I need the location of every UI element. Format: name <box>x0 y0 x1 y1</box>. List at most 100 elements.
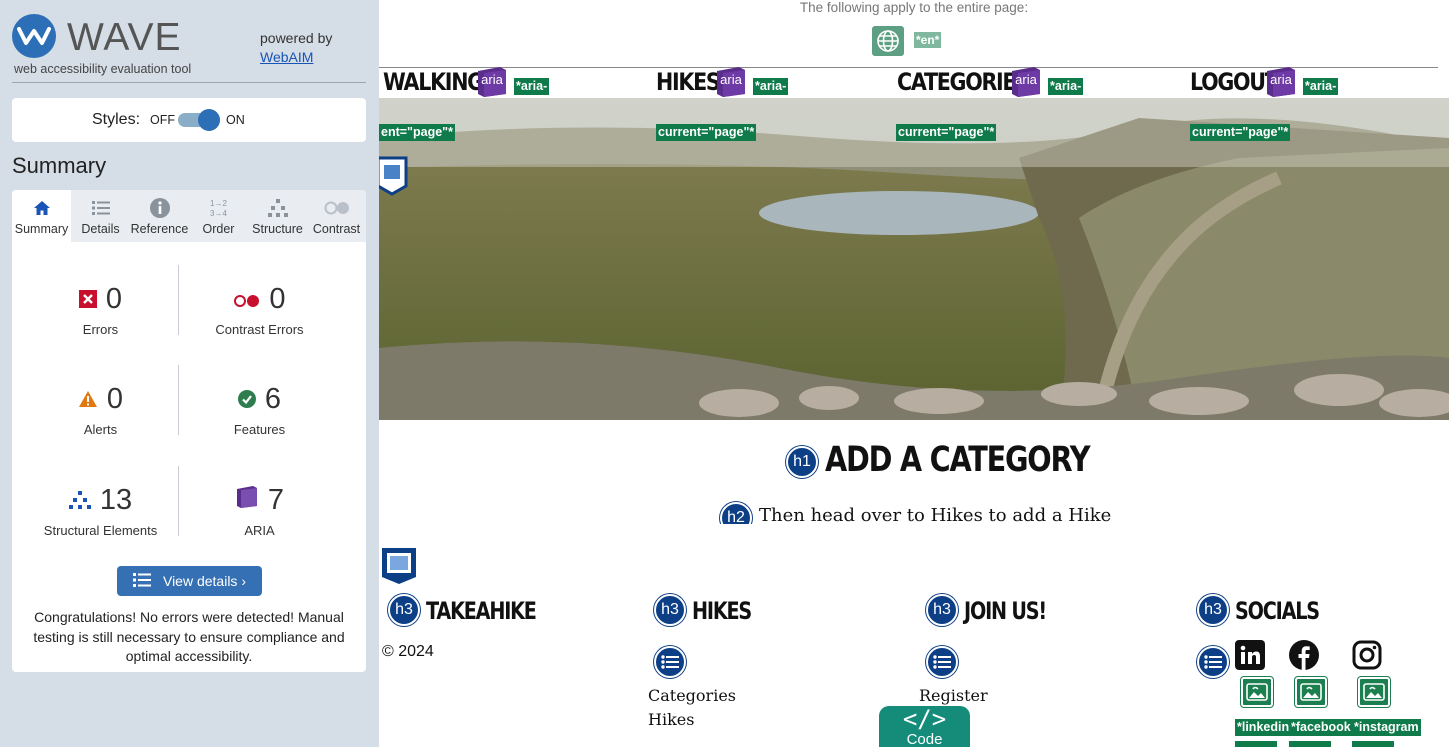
page-wide-note: The following apply to the entire page: <box>799 0 1029 15</box>
list-icon[interactable] <box>1197 646 1229 678</box>
styles-toggle-box: Styles: OFF ON <box>12 98 366 142</box>
hero-image <box>379 98 1449 420</box>
powered-by: powered by WebAIM <box>260 29 332 67</box>
aria-tag[interactable]: *aria- <box>514 78 550 95</box>
contrast-error-icon <box>233 283 260 316</box>
heading-h1-icon[interactable]: h1 <box>786 446 818 478</box>
aria-current-tag[interactable]: current="page"* <box>1190 124 1291 141</box>
heading-h3-icon[interactable]: h3 <box>388 594 420 626</box>
footer-link-categories[interactable]: Categories <box>648 686 736 705</box>
styles-on-label: ON <box>226 113 245 127</box>
tab-summary[interactable]: Summary <box>12 190 71 242</box>
aria-tag[interactable]: *aria- <box>753 78 789 95</box>
linkedin-tag[interactable]: *linkedin <box>1235 719 1292 736</box>
aria-badge-label: aria <box>1015 72 1037 87</box>
alerts-count: 0 <box>106 383 124 415</box>
contrast-errors-label: Contrast Errors <box>215 322 304 337</box>
tab-structure[interactable]: Structure <box>248 190 307 242</box>
nav-hikes[interactable]: HIKES <box>656 68 721 96</box>
footer-hikes-heading: HIKES <box>692 597 752 625</box>
heading-h3-icon[interactable]: h3 <box>926 594 958 626</box>
alerts-label: Alerts <box>83 422 118 437</box>
order-icon: 1→2 3→4 <box>208 197 230 219</box>
tab-summary-label: Summary <box>14 222 69 236</box>
code-button[interactable]: </> Code <box>879 706 970 747</box>
facebook-icon[interactable] <box>1289 640 1319 670</box>
heading-h3-icon[interactable]: h3 <box>1197 594 1229 626</box>
tab-order[interactable]: 1→2 3→4 Order <box>189 190 248 242</box>
facebook-tag[interactable]: *facebook <box>1289 719 1353 736</box>
landmark-header-icon[interactable] <box>379 156 408 196</box>
instagram-icon[interactable] <box>1352 640 1382 670</box>
tab-order-label: Order <box>202 222 235 236</box>
aria-label: ARIA <box>244 523 275 538</box>
code-icon: </> <box>902 705 947 733</box>
contrast-errors-count: 0 <box>269 283 286 315</box>
heading-h3-icon[interactable]: h3 <box>654 594 686 626</box>
link-image-icon[interactable] <box>1241 677 1273 707</box>
page-subheading: Then head over to Hikes to add a Hike <box>759 505 1112 526</box>
tab-contrast[interactable]: Contrast <box>307 190 366 242</box>
errors-count: 0 <box>105 283 123 315</box>
structure-icon <box>267 197 289 219</box>
tag-fragment <box>1352 741 1394 747</box>
aria-badge-label: aria <box>1270 72 1292 87</box>
stat-aria: 7 ARIA <box>171 484 348 538</box>
tab-reference[interactable]: Reference <box>130 190 189 242</box>
divider <box>12 82 366 83</box>
tab-details-label: Details <box>81 222 120 236</box>
page-preview: The following apply to the entire page: … <box>379 0 1449 747</box>
footer-link-register[interactable]: Register <box>919 686 988 705</box>
stat-structural: 13 Structural Elements <box>12 484 189 538</box>
aria-badge-label: aria <box>481 72 503 87</box>
aria-icon <box>235 484 259 517</box>
tab-bar: Summary Details Reference 1→2 3→4 Order S… <box>12 190 366 242</box>
structural-count: 13 <box>99 484 133 516</box>
summary-title: Summary <box>12 153 107 178</box>
list-icon <box>132 572 151 590</box>
toggle-knob[interactable] <box>198 109 220 131</box>
code-label: Code <box>906 731 943 747</box>
congrats-message: Congratulations! No errors were detected… <box>33 609 345 664</box>
features-count: 6 <box>264 383 282 415</box>
aria-tag[interactable]: *aria- <box>1303 78 1339 95</box>
aria-icon[interactable]: aria <box>1265 66 1297 98</box>
footer-join-heading: JOIN US! <box>964 597 1047 625</box>
aria-current-tag[interactable]: ent="page"* <box>379 124 455 141</box>
aria-icon[interactable]: aria <box>1010 66 1042 98</box>
errors-label: Errors <box>82 322 119 337</box>
home-icon <box>33 197 51 219</box>
aria-icon[interactable]: aria <box>476 66 508 98</box>
tag-fragment <box>1235 741 1277 747</box>
aria-tag[interactable]: *aria- <box>1048 78 1084 95</box>
wave-logo-icon <box>12 14 56 58</box>
language-tag[interactable]: *en* <box>914 32 942 48</box>
list-icon[interactable] <box>926 646 958 678</box>
aria-current-tag[interactable]: current="page"* <box>656 124 757 141</box>
instagram-tag[interactable]: *instagram <box>1352 719 1421 736</box>
tab-reference-label: Reference <box>130 222 189 236</box>
stat-features: 6 Features <box>171 383 348 437</box>
view-details-button[interactable]: View details › <box>117 566 262 596</box>
contrast-icon <box>324 197 350 219</box>
link-image-icon[interactable] <box>1358 677 1390 707</box>
linkedin-icon[interactable] <box>1235 640 1265 670</box>
structural-label: Structural Elements <box>43 523 158 538</box>
aria-icon[interactable]: aria <box>715 66 747 98</box>
language-globe-icon[interactable] <box>872 26 904 56</box>
subheading-clip <box>379 524 1449 544</box>
tag-fragment <box>1289 741 1331 747</box>
stat-contrast-errors: 0 Contrast Errors <box>171 283 348 337</box>
list-icon[interactable] <box>654 646 686 678</box>
landmark-footer-icon[interactable] <box>381 547 416 585</box>
footer-link-hikes[interactable]: Hikes <box>648 710 694 729</box>
webaim-link[interactable]: WebAIM <box>260 49 313 65</box>
nav-walking[interactable]: WALKING! <box>383 68 492 96</box>
tab-details[interactable]: Details <box>71 190 130 242</box>
styles-off-label: OFF <box>150 113 175 127</box>
link-image-icon[interactable] <box>1295 677 1327 707</box>
features-label: Features <box>233 422 286 437</box>
styles-toggle[interactable] <box>178 109 220 131</box>
view-details-label: View details › <box>162 573 246 589</box>
aria-current-tag[interactable]: current="page"* <box>896 124 997 141</box>
